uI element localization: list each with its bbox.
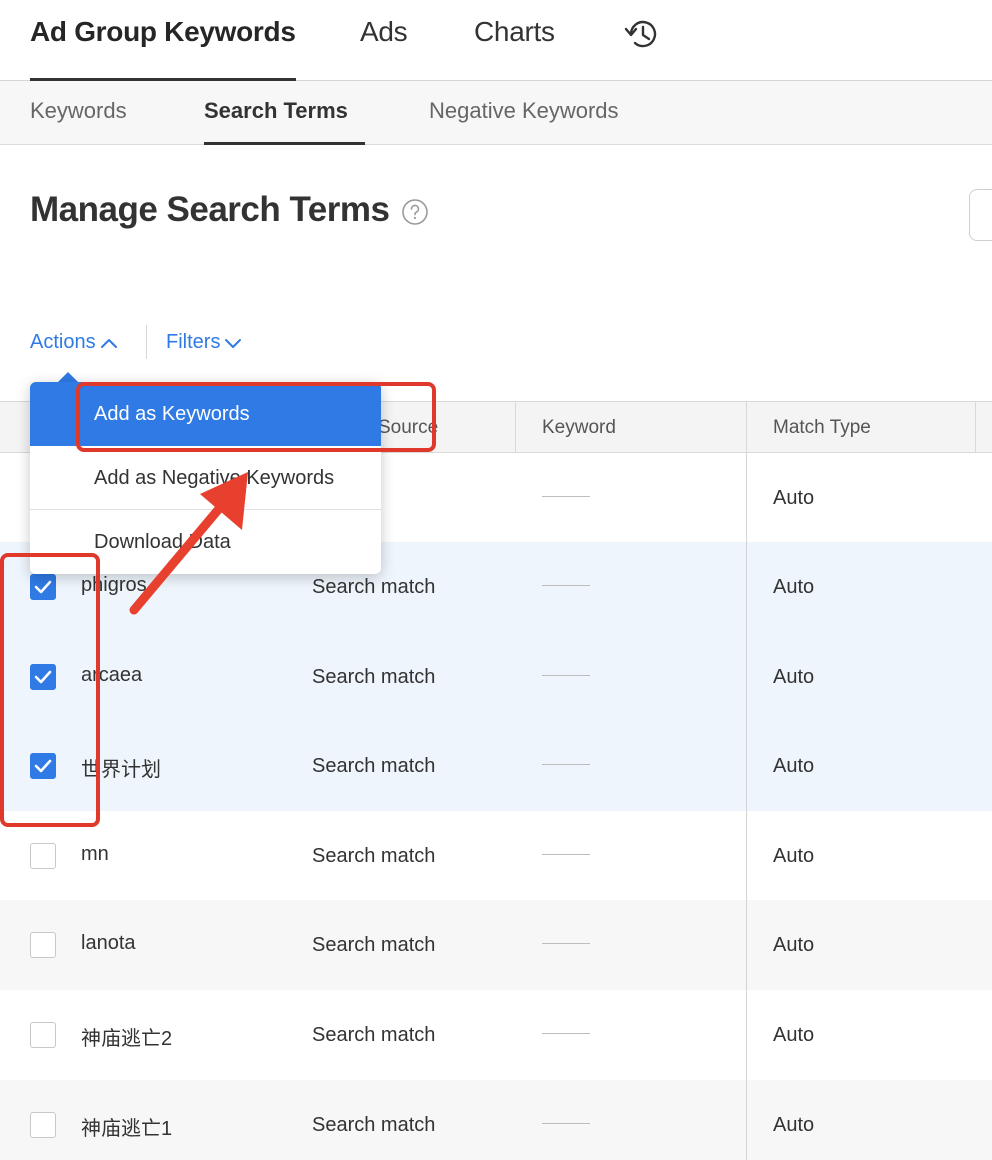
subtab-keywords[interactable]: Keywords — [30, 98, 127, 124]
annotation-arrow-icon — [129, 472, 248, 615]
toolbar-divider — [146, 325, 147, 359]
subtab-negative-keywords[interactable]: Negative Keywords — [429, 98, 619, 124]
source-cell: Search match — [312, 576, 436, 598]
dropdown-caret — [58, 372, 78, 382]
annotation-highlight-checkboxes — [0, 553, 100, 827]
search-term-cell: lanota — [81, 932, 136, 954]
keyword-empty-dash — [542, 495, 590, 497]
annotation-highlight-menu-item — [76, 382, 436, 452]
match-type-cell: Auto — [773, 845, 815, 867]
match-type-cell: Auto — [773, 1114, 815, 1136]
table-row[interactable]: 世界计划 Search match Auto — [0, 721, 992, 811]
sub-navigation: Keywords Search Terms Negative Keywords — [0, 81, 992, 145]
row-checkbox[interactable] — [30, 932, 56, 958]
keyword-empty-dash — [542, 854, 590, 855]
chevron-down-icon — [225, 338, 242, 348]
column-divider — [515, 402, 516, 452]
search-term-cell: 神庙逃亡2 — [81, 1028, 173, 1050]
source-cell: Search match — [312, 1114, 436, 1136]
column-divider — [746, 402, 747, 452]
history-icon[interactable] — [622, 14, 662, 54]
keyword-empty-dash — [542, 1033, 590, 1034]
subtab-search-terms[interactable]: Search Terms — [204, 98, 348, 124]
page-title: Manage Search Terms — [30, 190, 390, 229]
keyword-empty-dash — [542, 675, 590, 676]
question-circle-icon[interactable] — [401, 198, 429, 226]
column-header-keyword[interactable]: Keyword — [542, 417, 616, 439]
table-row[interactable]: lanota Search match Auto — [0, 900, 992, 990]
table-row[interactable]: arcaea Search match Auto — [0, 632, 992, 722]
match-type-cell: Auto — [773, 576, 815, 598]
keyword-empty-dash — [542, 585, 590, 586]
table-row[interactable]: mn Search match Auto — [0, 811, 992, 901]
match-type-cell: Auto — [773, 1024, 815, 1046]
column-header-match-type[interactable]: Match Type — [773, 417, 871, 439]
source-cell: Search match — [312, 934, 436, 956]
actions-label: Actions — [30, 331, 96, 353]
match-type-cell: Auto — [773, 755, 815, 777]
tab-ads[interactable]: Ads — [360, 16, 408, 48]
column-divider — [975, 402, 976, 452]
row-checkbox[interactable] — [30, 843, 56, 869]
keyword-empty-dash — [542, 943, 590, 944]
table-row[interactable]: 神庙逃亡1 Search match Auto — [0, 1080, 992, 1160]
filters-label: Filters — [166, 331, 221, 353]
top-navigation: Ad Group Keywords Ads Charts — [0, 0, 992, 81]
source-cell: Search match — [312, 666, 436, 688]
column-divider — [746, 453, 747, 1160]
match-type-cell: Auto — [773, 666, 815, 688]
source-cell: Search match — [312, 1024, 436, 1046]
row-checkbox[interactable] — [30, 1112, 56, 1138]
tab-ad-group-keywords[interactable]: Ad Group Keywords — [30, 16, 296, 48]
filters-button[interactable]: Filters — [166, 331, 242, 354]
chevron-up-icon — [100, 338, 117, 348]
match-type-cell: Auto — [773, 486, 815, 509]
search-term-cell: 神庙逃亡1 — [81, 1118, 173, 1140]
tab-charts[interactable]: Charts — [474, 16, 555, 48]
actions-button[interactable]: Actions — [30, 331, 118, 354]
table-row[interactable]: 神庙逃亡2 Search match Auto — [0, 990, 992, 1080]
active-subtab-indicator — [204, 142, 365, 145]
header-control[interactable] — [969, 189, 992, 241]
match-type-cell: Auto — [773, 934, 815, 956]
source-cell: Search match — [312, 755, 436, 777]
keyword-empty-dash — [542, 764, 590, 765]
keyword-empty-dash — [542, 1123, 590, 1124]
row-checkbox[interactable] — [30, 1022, 56, 1048]
source-cell: Search match — [312, 845, 436, 867]
search-term-cell: mn — [81, 843, 109, 865]
